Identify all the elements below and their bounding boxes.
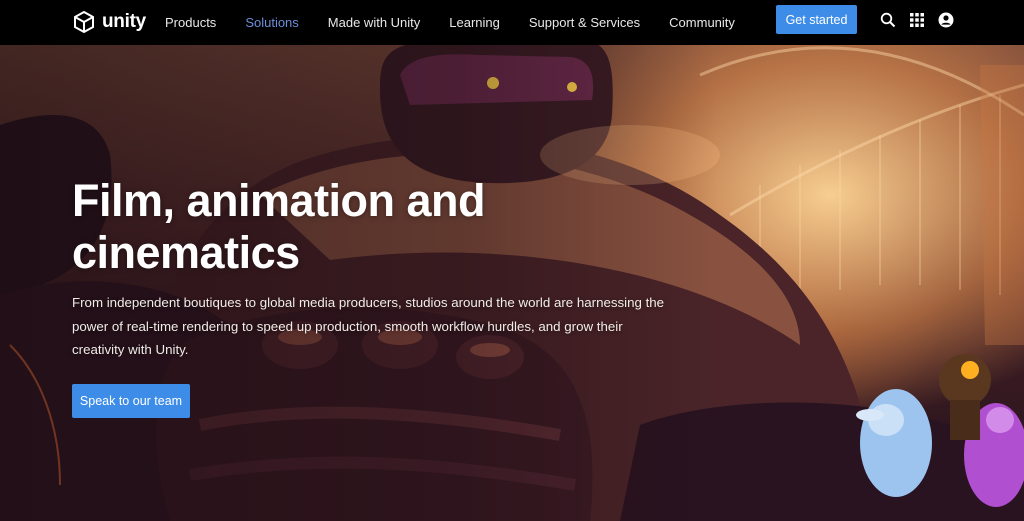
nav-link-support-services[interactable]: Support & Services (529, 15, 640, 30)
apps-grid-icon[interactable] (908, 11, 926, 29)
nav-link-products[interactable]: Products (165, 15, 216, 30)
unity-cube-icon (74, 10, 94, 34)
nav-link-community[interactable]: Community (669, 15, 735, 30)
main-menu: Products Solutions Made with Unity Learn… (165, 0, 764, 45)
logo-wordmark: unity (102, 11, 146, 32)
hero-banner: Film, animation and cinematics From inde… (0, 45, 1024, 521)
nav-link-solutions[interactable]: Solutions (245, 15, 298, 30)
unity-logo[interactable]: unity (72, 8, 146, 36)
top-navigation-bar: unity Products Solutions Made with Unity… (0, 0, 1024, 45)
nav-link-learning[interactable]: Learning (449, 15, 500, 30)
account-icon[interactable] (937, 11, 955, 29)
speak-to-our-team-button[interactable]: Speak to our team (72, 384, 190, 418)
hero-overlay (0, 45, 1024, 521)
hero-description: From independent boutiques to global med… (72, 295, 665, 357)
nav-link-made-with-unity[interactable]: Made with Unity (328, 15, 420, 30)
search-icon[interactable] (879, 11, 897, 29)
get-started-button[interactable]: Get started (776, 5, 857, 34)
hero-title: Film, animation and cinematics (72, 175, 486, 278)
